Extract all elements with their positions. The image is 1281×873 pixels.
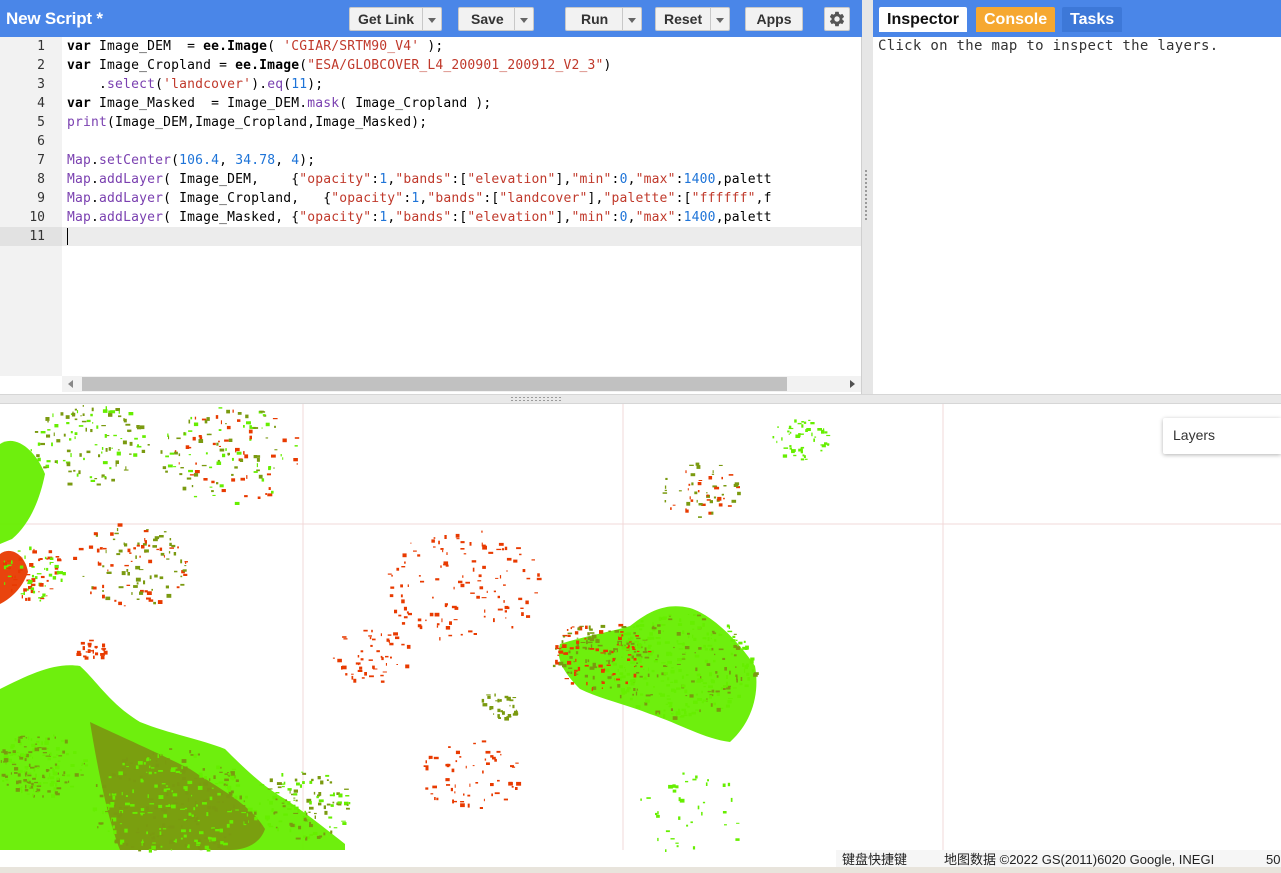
- line-number: 8: [37, 172, 45, 187]
- apps-label: Apps: [756, 11, 792, 27]
- save-button[interactable]: Save: [458, 7, 534, 31]
- layers-button[interactable]: Layers: [1163, 418, 1281, 454]
- save-dropdown-icon[interactable]: [513, 8, 533, 30]
- code-line[interactable]: Map.addLayer( Image_Cropland, {"opacity"…: [67, 189, 772, 208]
- code-line[interactable]: var Image_Masked = Image_DEM.mask( Image…: [67, 94, 491, 113]
- inspector-panel: Inspector Console Tasks Click on the map…: [873, 0, 1281, 396]
- tab-tasks[interactable]: Tasks: [1062, 7, 1123, 32]
- inspector-message: Click on the map to inspect the layers.: [878, 38, 1219, 54]
- script-title[interactable]: New Script *: [6, 9, 103, 29]
- scrollbar-thumb[interactable]: [82, 377, 787, 391]
- page-bottom-edge: [0, 867, 1281, 873]
- code-line[interactable]: var Image_Cropland = ee.Image("ESA/GLOBC…: [67, 56, 612, 75]
- reset-dropdown-icon[interactable]: [710, 8, 729, 30]
- code-line[interactable]: Map.setCenter(106.4, 34.78, 4);: [67, 151, 315, 170]
- horizontal-scrollbar[interactable]: [62, 376, 861, 392]
- scroll-right-icon[interactable]: [850, 380, 855, 388]
- line-number: 2: [37, 58, 45, 73]
- code-line[interactable]: var Image_DEM = ee.Image( 'CGIAR/SRTM90_…: [67, 37, 443, 56]
- horizontal-split-handle[interactable]: [0, 394, 1281, 404]
- line-number: 4: [37, 96, 45, 111]
- reset-label: Reset: [664, 11, 703, 27]
- save-label: Save: [471, 11, 504, 27]
- get-link-button[interactable]: Get Link: [349, 7, 443, 31]
- run-button[interactable]: Run: [565, 7, 643, 31]
- line-number: 3: [37, 77, 45, 92]
- line-number-active: 11: [0, 227, 62, 246]
- tab-console[interactable]: Console: [976, 7, 1056, 32]
- editor-toolbar: New Script * Get Link Save Run Reset App…: [0, 0, 862, 37]
- settings-button[interactable]: [824, 7, 850, 31]
- line-number: 9: [37, 191, 45, 206]
- map-layers-canvas: [0, 404, 1281, 853]
- code-editor-workspace: New Script * Get Link Save Run Reset App…: [0, 0, 1281, 396]
- line-number-gutter: 1 2 3 4 5 6 7 8 9 10 11: [0, 37, 62, 376]
- line-number: 6: [37, 134, 45, 149]
- drag-grip-icon[interactable]: [510, 396, 562, 402]
- code-line[interactable]: Map.addLayer( Image_DEM, {"opacity":1,"b…: [67, 170, 772, 189]
- tab-inspector[interactable]: Inspector: [879, 7, 968, 32]
- run-label: Run: [581, 11, 609, 27]
- get-link-dropdown-icon[interactable]: [422, 8, 441, 30]
- get-link-label: Get Link: [358, 11, 415, 27]
- line-number: 10: [29, 210, 45, 225]
- line-number: 1: [37, 39, 45, 54]
- scroll-left-icon[interactable]: [68, 380, 73, 388]
- active-line-highlight: [62, 227, 861, 246]
- code-line[interactable]: print(Image_DEM,Image_Cropland,Image_Mas…: [67, 113, 427, 132]
- line-number: 5: [37, 115, 45, 130]
- code-area[interactable]: var Image_DEM = ee.Image( 'CGIAR/SRTM90_…: [62, 37, 861, 376]
- code-line[interactable]: Map.addLayer( Image_Masked, {"opacity":1…: [67, 208, 772, 227]
- elevation-raster-layer: [0, 405, 831, 853]
- run-dropdown-icon[interactable]: [622, 8, 641, 30]
- right-panel-tabs: Inspector Console Tasks: [873, 0, 1281, 37]
- text-cursor: [67, 228, 68, 245]
- map-view[interactable]: Layers 键盘快捷键 地图数据 ©2022 GS(2011)6020 Goo…: [0, 404, 1281, 873]
- vertical-split-handle[interactable]: [862, 170, 872, 225]
- apps-button[interactable]: Apps: [745, 7, 803, 31]
- code-line[interactable]: .select('landcover').eq(11);: [67, 75, 323, 94]
- gear-icon: [829, 11, 845, 27]
- reset-button[interactable]: Reset: [655, 7, 731, 31]
- line-number: 7: [37, 153, 45, 168]
- script-editor-panel: New Script * Get Link Save Run Reset App…: [0, 0, 862, 396]
